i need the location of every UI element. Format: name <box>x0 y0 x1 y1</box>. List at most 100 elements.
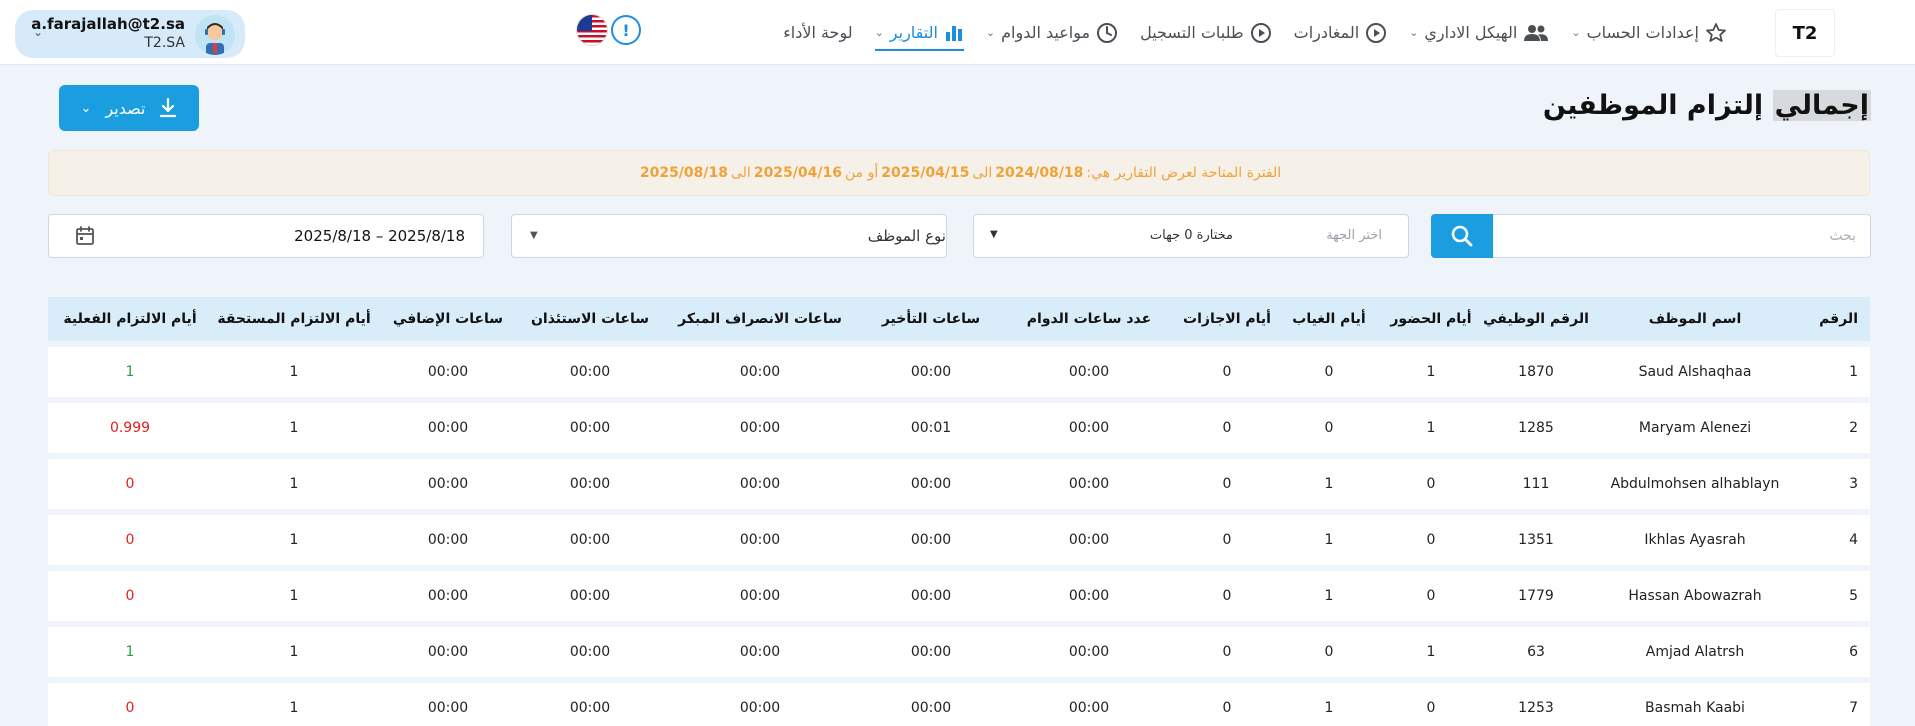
cell-perm: 00:00 <box>569 420 611 436</box>
notice-to2: 2025/08/18 <box>639 165 728 181</box>
cell-early: 00:00 <box>739 420 781 436</box>
nav-item-reports[interactable]: التقارير ⌄ <box>874 0 965 65</box>
chevron-down-icon: ⌄ <box>1409 26 1419 39</box>
nav-item-label: المغادرات <box>1293 23 1360 42</box>
search-button[interactable] <box>1431 214 1493 258</box>
t2-logo[interactable]: T2 <box>1775 9 1835 57</box>
nav-item-schedules[interactable]: مواعيد الدوام ⌄ <box>986 0 1118 65</box>
cell-absent: 0 <box>1324 364 1334 380</box>
cell-no: 4 <box>1849 532 1858 548</box>
column-header: أيام الالتزام الفعلية <box>63 311 197 327</box>
page-title: إجمالي إلتزام الموظفين <box>1543 84 1871 128</box>
cell-emp_id: 63 <box>1527 644 1545 660</box>
nav-item-label: لوحة الأداء <box>783 23 853 42</box>
table-body: 1 Saud Alshaqhaa 1870 1 0 0 00:00 00:00 00:00 00:… <box>48 347 1870 726</box>
cell-emp_id: 111 <box>1522 476 1550 492</box>
cell-overtime: 00:00 <box>427 532 469 548</box>
nav-item-registration[interactable]: طلبات التسجيل <box>1140 0 1272 65</box>
cell-leave: 0 <box>1222 532 1232 548</box>
table-row[interactable]: 5 Hassan Abowazrah 1779 0 1 0 00:00 00:00 00:00 0… <box>48 571 1870 621</box>
department-value: مختارة 0 جهات <box>1149 228 1233 243</box>
us-flag-icon[interactable] <box>576 14 608 46</box>
cell-perm: 00:00 <box>569 532 611 548</box>
cell-present: 0 <box>1426 588 1436 604</box>
cell-no: 7 <box>1849 700 1858 716</box>
department-placeholder: اختر الجهة <box>1326 228 1382 243</box>
download-icon <box>160 98 177 118</box>
users-icon <box>1523 23 1549 43</box>
nav-item-departures[interactable]: المغادرات <box>1294 0 1388 65</box>
compliance-table: الرقم اسم الموظف الرقم الوظيفي أيام الحضور أ… <box>48 297 1870 726</box>
cell-perm: 00:00 <box>569 588 611 604</box>
table-row[interactable]: 6 Amjad Alatrsh 63 1 0 0 00:00 00:00 00:00 00:00 0… <box>48 627 1870 677</box>
column-header: أيام الحضور <box>1390 311 1472 327</box>
nav-item-structure[interactable]: الهيكل الاداري ⌄ <box>1409 0 1549 65</box>
cell-no: 2 <box>1849 420 1858 436</box>
date-range-value: 2025/8/18 – 2025/8/18 <box>294 227 465 245</box>
search-icon <box>1451 225 1473 247</box>
notice-mid1: الى <box>972 165 993 181</box>
cell-overtime: 00:00 <box>427 644 469 660</box>
cell-present: 1 <box>1426 364 1436 380</box>
department-select[interactable]: اختر الجهة مختارة 0 جهات ▼ <box>973 214 1409 258</box>
alert-info-icon[interactable]: ! <box>611 15 641 45</box>
cell-present: 1 <box>1426 420 1436 436</box>
cell-actual: 0.999 <box>109 420 151 436</box>
cell-no: 1 <box>1849 364 1858 380</box>
cell-no: 6 <box>1849 644 1858 660</box>
nav-item-label: الهيكل الاداري <box>1424 23 1518 42</box>
cell-hours: 00:00 <box>1068 420 1110 436</box>
cell-emp_id: 1779 <box>1518 588 1554 604</box>
cell-hours: 00:00 <box>1068 532 1110 548</box>
nav-item-account[interactable]: إعدادات الحساب ⌄ <box>1571 0 1727 65</box>
table-row[interactable]: 3 Abdulmohsen alhablayn 111 0 1 0 00:00 00:00 00… <box>48 459 1870 509</box>
cell-due: 1 <box>289 420 299 436</box>
cell-hours: 00:00 <box>1068 364 1110 380</box>
calendar-icon[interactable] <box>75 226 95 246</box>
cell-due: 1 <box>289 700 299 716</box>
cell-absent: 1 <box>1324 532 1334 548</box>
cell-name: Ikhlas Ayasrah <box>1644 532 1746 548</box>
employee-type-select[interactable]: نوع الموظف ▼ <box>511 214 947 258</box>
logo-text: T2 <box>1792 22 1818 44</box>
table-row[interactable]: 1 Saud Alshaqhaa 1870 1 0 0 00:00 00:00 00:00 00:… <box>48 347 1870 397</box>
column-header: ساعات الاستئذان <box>530 311 650 327</box>
top-header: T2 لوحة الأداء التقارير ⌄ مواعيد الدوام ⌄ طلب… <box>0 0 1915 65</box>
period-notice: الفترة المتاحة لعرض التقارير هي: 2024/08… <box>48 150 1870 196</box>
cell-late: 00:00 <box>910 532 952 548</box>
cell-late: 00:00 <box>910 588 952 604</box>
date-range-input[interactable]: 2025/8/18 – 2025/8/18 <box>48 214 484 258</box>
cell-actual: 0 <box>125 476 135 492</box>
table-row[interactable]: 4 Ikhlas Ayasrah 1351 0 1 0 00:00 00:00 00:00 00:… <box>48 515 1870 565</box>
search-input[interactable] <box>1494 215 1870 257</box>
cell-late: 00:01 <box>910 420 952 436</box>
cell-actual: 1 <box>125 644 135 660</box>
column-header: ساعات الانصراف المبكر <box>678 311 842 327</box>
cell-early: 00:00 <box>739 644 781 660</box>
table-row[interactable]: 7 Basmah Kaabi 1253 0 1 0 00:00 00:00 00:00 00:00… <box>48 683 1870 726</box>
cell-leave: 0 <box>1222 700 1232 716</box>
column-header: ساعات الإضافي <box>392 311 504 327</box>
column-header: أيام الغياب <box>1292 311 1366 327</box>
nav-item-dashboard[interactable]: لوحة الأداء <box>783 0 852 65</box>
cell-due: 1 <box>289 364 299 380</box>
cell-early: 00:00 <box>739 476 781 492</box>
notice-prefix: الفترة المتاحة لعرض التقارير هي: <box>1086 165 1282 181</box>
cell-overtime: 00:00 <box>427 364 469 380</box>
cell-present: 1 <box>1426 644 1436 660</box>
avatar[interactable] <box>195 15 235 55</box>
cell-hours: 00:00 <box>1068 700 1110 716</box>
cell-emp_id: 1285 <box>1518 420 1554 436</box>
search-box <box>1431 214 1871 258</box>
cell-no: 3 <box>1849 476 1858 492</box>
table-row[interactable]: 2 Maryam Alenezi 1285 1 0 0 00:00 00:01 00:00 00:… <box>48 403 1870 453</box>
user-menu[interactable]: ⌄ a.farajallah@t2.sa T2.SA <box>15 10 245 58</box>
cell-leave: 0 <box>1222 644 1232 660</box>
cell-present: 0 <box>1426 532 1436 548</box>
cell-absent: 0 <box>1324 420 1334 436</box>
export-button[interactable]: تصدير ⌄ <box>59 85 199 131</box>
main-nav: لوحة الأداء التقارير ⌄ مواعيد الدوام ⌄ طلبات … <box>783 0 1727 65</box>
cell-early: 00:00 <box>739 364 781 380</box>
cell-actual: 1 <box>125 364 135 380</box>
cell-leave: 0 <box>1222 476 1232 492</box>
